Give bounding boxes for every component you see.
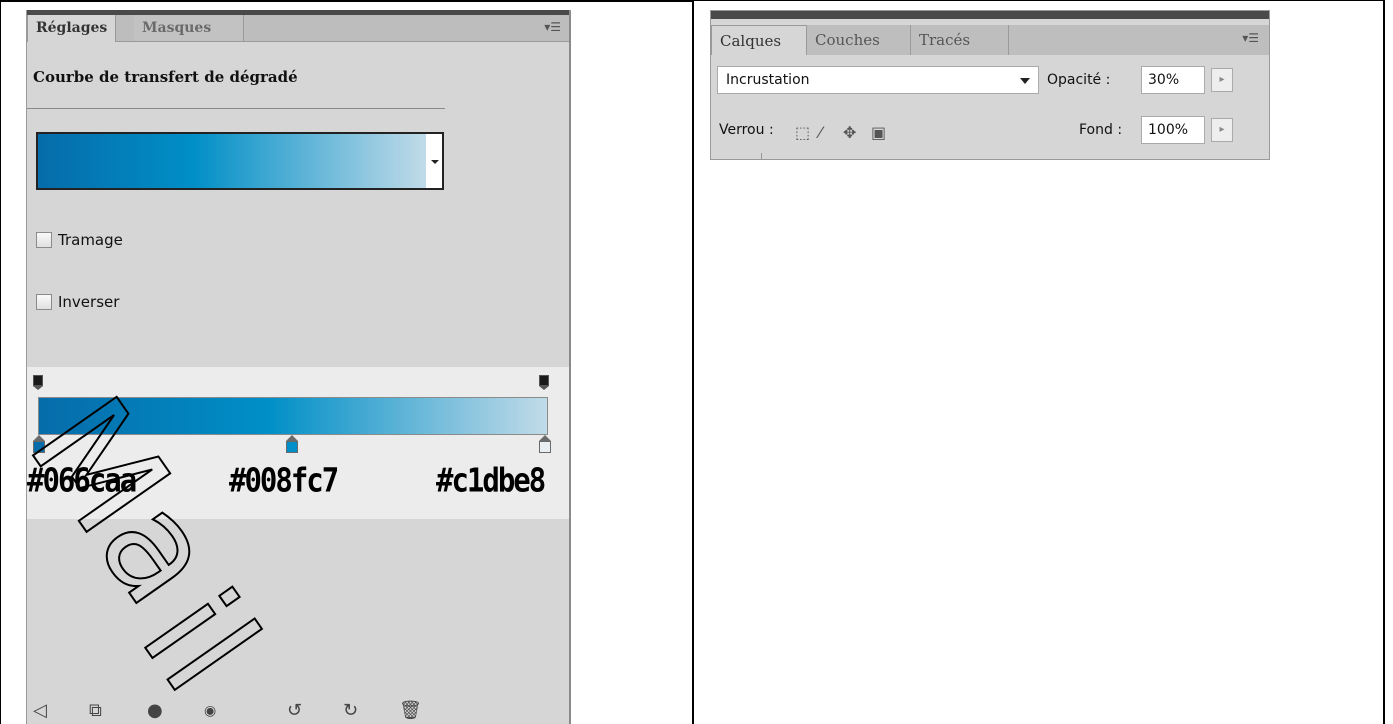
- opacity-stop-right[interactable]: [539, 375, 549, 390]
- panel-menu-icon[interactable]: ▾☰: [544, 20, 561, 34]
- tramage-option[interactable]: Tramage: [36, 231, 123, 249]
- tab-couches[interactable]: Couches: [807, 25, 911, 55]
- cell-border-right: [1383, 0, 1385, 724]
- inverser-label: Inverser: [58, 293, 120, 311]
- gradient-bar: [38, 397, 548, 435]
- reset-icon[interactable]: ↻: [343, 702, 358, 720]
- inverser-option[interactable]: Inverser: [36, 293, 119, 311]
- opacity-slider-arrow-icon[interactable]: ▸: [1211, 68, 1233, 92]
- gradient-picker[interactable]: [36, 132, 428, 190]
- fill-label: Fond :: [1079, 122, 1123, 138]
- panel-tabs: Réglages Masques ▾☰: [27, 15, 569, 42]
- layers-tabs: Calques Couches Tracés ▾☰: [711, 19, 1269, 55]
- tab-calques[interactable]: Calques: [711, 25, 807, 55]
- color-stop-3[interactable]: [539, 435, 551, 453]
- tramage-checkbox[interactable]: [36, 232, 52, 248]
- layers-topbar: [711, 11, 1269, 19]
- color-stop-2[interactable]: [286, 435, 298, 453]
- inverser-checkbox[interactable]: [36, 294, 52, 310]
- hex-label-1: #066caa: [27, 460, 137, 500]
- expand-view-icon[interactable]: ⧉: [89, 702, 102, 720]
- lock-row: Verrou : ⬚ ⁄ ✥ ▣ Fond : 100% ▸: [711, 111, 1269, 159]
- layers-menu-icon[interactable]: ▾☰: [1242, 31, 1259, 45]
- color-stop-1[interactable]: [33, 435, 45, 453]
- trash-icon[interactable]: 🗑: [399, 702, 422, 720]
- blend-mode-select[interactable]: Incrustation: [717, 66, 1039, 94]
- lock-brush-icon[interactable]: ⁄: [819, 125, 822, 141]
- hex-label-3: #c1dbe8: [436, 460, 546, 500]
- clip-layer-icon[interactable]: ●: [147, 702, 163, 720]
- tab-reglages[interactable]: Réglages: [27, 15, 117, 42]
- fill-input[interactable]: 100%: [1141, 116, 1205, 144]
- layers-panel: Calques Couches Tracés ▾☰ Incrustation O…: [710, 10, 1270, 160]
- opacity-stop-left[interactable]: [33, 375, 43, 390]
- tab-masques[interactable]: Masques: [134, 15, 244, 41]
- tramage-label: Tramage: [58, 231, 123, 249]
- lock-transparency-icon[interactable]: ⬚: [795, 125, 810, 141]
- eye-icon[interactable]: ◉: [204, 702, 216, 720]
- view-previous-icon[interactable]: ↺: [287, 702, 302, 720]
- lock-position-icon[interactable]: ✥: [843, 125, 856, 141]
- fill-slider-arrow-icon[interactable]: ▸: [1211, 118, 1233, 142]
- gradient-dropdown-button[interactable]: [426, 132, 444, 190]
- opacity-input[interactable]: 30%: [1141, 66, 1205, 94]
- tab-traces[interactable]: Tracés: [911, 25, 1009, 55]
- cell-border-divider: [692, 0, 694, 724]
- blend-row: Incrustation Opacité : 30% ▸: [711, 61, 1269, 101]
- hex-label-2: #008fc7: [229, 460, 339, 500]
- lock-label: Verrou :: [719, 122, 774, 138]
- cell-border-top-right: [694, 0, 1384, 1]
- title-separator: [27, 108, 445, 109]
- adjustments-panel: Réglages Masques ▾☰ Courbe de transfert …: [26, 10, 571, 724]
- adjustment-title: Courbe de transfert de dégradé: [33, 68, 298, 86]
- gradient-editor: #066caa #008fc7 #c1dbe8: [27, 367, 569, 519]
- cell-border-top-left: [0, 0, 694, 2]
- cell-border-left: [0, 0, 1, 724]
- lock-all-icon[interactable]: ▣: [871, 125, 886, 141]
- back-arrow-icon[interactable]: ◁: [33, 702, 47, 720]
- opacity-label: Opacité :: [1047, 72, 1111, 88]
- adjustment-bottom-toolbar: ◁ ⧉ ● ◉ ↺ ↻ 🗑: [27, 690, 569, 724]
